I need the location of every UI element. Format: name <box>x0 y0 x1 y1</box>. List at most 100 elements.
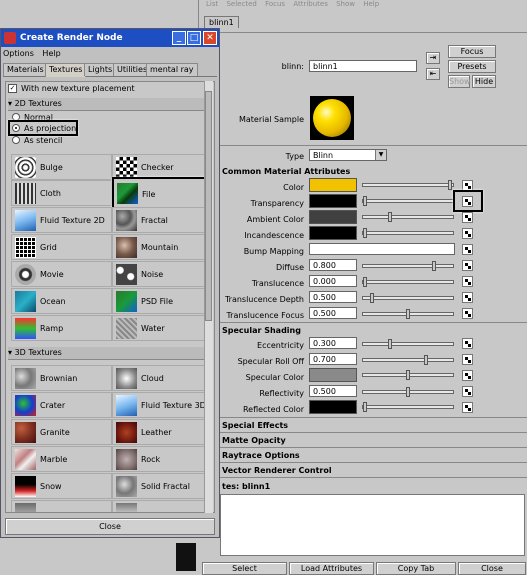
texture-brownian[interactable]: Brownian <box>11 365 112 391</box>
specular-color-map-button[interactable] <box>462 370 473 381</box>
eccentricity-field[interactable]: 0.300 <box>309 337 357 349</box>
texture-ocean[interactable]: Ocean <box>11 288 112 314</box>
section-special-effects[interactable]: Special Effects <box>222 421 288 430</box>
hide-button[interactable]: Hide <box>472 75 496 88</box>
menu-list[interactable]: List <box>206 0 218 8</box>
color-swatch[interactable] <box>309 178 357 192</box>
specular-roll-off-field[interactable]: 0.700 <box>309 353 357 365</box>
section-raytrace-options[interactable]: Raytrace Options <box>222 451 300 460</box>
copy-tab-button[interactable]: Copy Tab <box>376 562 456 575</box>
specular-color-slider-handle[interactable] <box>406 370 410 380</box>
transparency-slider-handle[interactable] <box>363 196 367 206</box>
eccentricity-map-button[interactable] <box>462 338 473 349</box>
close-button[interactable]: Close <box>458 562 526 575</box>
transparency-swatch[interactable] <box>309 194 357 208</box>
texture-solid-fractal[interactable]: Solid Fractal <box>112 473 210 499</box>
menu-help[interactable]: Help <box>363 0 379 8</box>
ambient-color-slider-handle[interactable] <box>388 212 392 222</box>
reflected-color-swatch[interactable] <box>309 400 357 414</box>
menu-focus[interactable]: Focus <box>265 0 285 8</box>
presets-button[interactable]: Presets <box>448 60 496 73</box>
section-vector-renderer-control[interactable]: Vector Renderer Control <box>222 466 332 475</box>
texture-partial[interactable] <box>11 500 112 512</box>
node-name-field[interactable]: blinn1 <box>309 60 417 72</box>
reflected-color-slider-handle[interactable] <box>363 402 367 412</box>
ambient-color-swatch[interactable] <box>309 210 357 224</box>
focus-button[interactable]: Focus <box>448 45 496 58</box>
texture-ramp[interactable]: Ramp <box>11 315 112 341</box>
section-matte-opacity[interactable]: Matte Opacity <box>222 436 286 445</box>
translucence-slider-handle[interactable] <box>363 277 367 287</box>
scrollbar-thumb[interactable] <box>205 91 212 321</box>
specular-roll-off-slider-handle[interactable] <box>424 355 428 365</box>
show-button[interactable]: Show <box>448 75 471 88</box>
load-attributes-button[interactable]: Load Attributes <box>289 562 374 575</box>
translucence-focus-slider-handle[interactable] <box>406 309 410 319</box>
texture-list-scrollbar[interactable] <box>204 81 213 513</box>
menu-selected[interactable]: Selected <box>226 0 256 8</box>
texture-marble[interactable]: Marble <box>11 446 112 472</box>
texture-fractal[interactable]: Fractal <box>112 207 210 233</box>
texture-crater[interactable]: Crater <box>11 392 112 418</box>
eccentricity-slider-handle[interactable] <box>388 339 392 349</box>
section-common-material-attributes[interactable]: Common Material Attributes <box>222 167 350 176</box>
texture-bulge[interactable]: Bulge <box>11 154 112 180</box>
specular-roll-off-slider[interactable] <box>362 358 454 362</box>
tab-textures[interactable]: Textures <box>45 63 87 77</box>
eccentricity-slider[interactable] <box>362 342 454 346</box>
color-slider-handle[interactable] <box>448 180 452 190</box>
translucence-map-button[interactable] <box>462 276 473 287</box>
reflectivity-map-button[interactable] <box>462 386 473 397</box>
incandescence-map-button[interactable] <box>462 228 473 239</box>
texture-water[interactable]: Water <box>112 315 210 341</box>
type-dropdown[interactable]: Blinn ▼ <box>309 149 387 161</box>
texture-leather[interactable]: Leather <box>112 419 210 445</box>
close-button[interactable]: Close <box>5 518 215 535</box>
texture-cloth[interactable]: Cloth <box>11 180 112 206</box>
texture-rock[interactable]: Rock <box>112 446 210 472</box>
notes-textarea[interactable] <box>220 494 525 556</box>
incandescence-slider-handle[interactable] <box>363 228 367 238</box>
diffuse-slider-handle[interactable] <box>432 261 436 271</box>
radio-as-projection[interactable] <box>12 124 20 132</box>
radio-as-stencil[interactable] <box>12 136 20 144</box>
tab-blinn1[interactable]: blinn1 <box>204 16 239 28</box>
translucence-depth-field[interactable]: 0.500 <box>309 291 357 303</box>
texture-grid[interactable]: Grid <box>11 234 112 260</box>
texture-noise[interactable]: Noise <box>112 261 210 287</box>
diffuse-map-button[interactable] <box>462 260 473 271</box>
texture-mountain[interactable]: Mountain <box>112 234 210 260</box>
diffuse-slider[interactable] <box>362 264 454 268</box>
close-icon[interactable]: ✕ <box>203 31 217 45</box>
tab-materials[interactable]: Materials <box>3 63 48 76</box>
specular-color-swatch[interactable] <box>309 368 357 382</box>
bump-mapping-field[interactable] <box>309 243 455 255</box>
translucence-depth-map-button[interactable] <box>462 292 473 303</box>
diffuse-field[interactable]: 0.800 <box>309 259 357 271</box>
output-connections-icon[interactable]: ⇤ <box>426 68 440 80</box>
texture-psd-file[interactable]: PSD File <box>112 288 210 314</box>
create-render-node-titlebar[interactable]: Create Render Node _ □ ✕ <box>1 29 219 47</box>
menu-show[interactable]: Show <box>336 0 355 8</box>
menu-attributes[interactable]: Attributes <box>293 0 328 8</box>
tab-mental-ray[interactable]: mental ray <box>146 63 198 76</box>
menu-help[interactable]: Help <box>42 49 60 58</box>
texture-granite[interactable]: Granite <box>11 419 112 445</box>
checkbox-new-texture-placement[interactable]: ✓ <box>8 84 17 93</box>
section-3d-textures[interactable]: ▾ 3D Textures <box>8 347 206 360</box>
maximize-icon[interactable]: □ <box>187 31 201 45</box>
transparency-slider[interactable] <box>362 199 454 203</box>
texture-cloud[interactable]: Cloud <box>112 365 210 391</box>
translucence-depth-slider[interactable] <box>362 296 454 300</box>
bump-mapping-map-button[interactable] <box>462 244 473 255</box>
section-specular-shading[interactable]: Specular Shading <box>222 326 301 335</box>
select-button[interactable]: Select <box>202 562 287 575</box>
reflectivity-field[interactable]: 0.500 <box>309 385 357 397</box>
ambient-color-map-button[interactable] <box>462 212 473 223</box>
texture-partial[interactable] <box>112 500 210 512</box>
texture-fluid-texture-3d[interactable]: Fluid Texture 3D <box>112 392 210 418</box>
menu-options[interactable]: Options <box>3 49 34 58</box>
incandescence-slider[interactable] <box>362 231 454 235</box>
texture-snow[interactable]: Snow <box>11 473 112 499</box>
translucence-slider[interactable] <box>362 280 454 284</box>
